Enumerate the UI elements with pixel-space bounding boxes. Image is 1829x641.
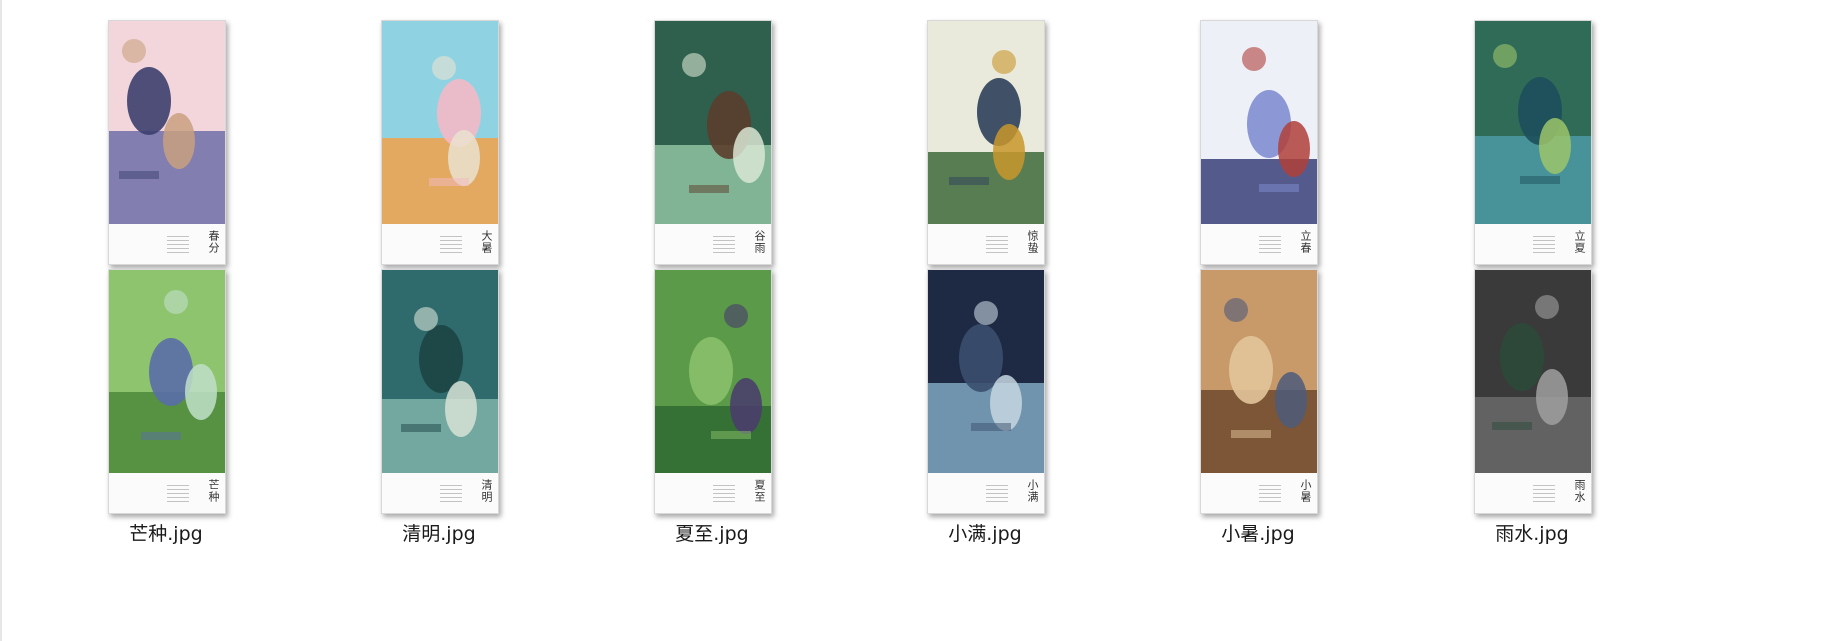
file-name-label[interactable]: 清明.jpg [339, 519, 539, 546]
file-name-label[interactable]: 芒种.jpg [66, 519, 266, 546]
image-thumbnail[interactable]: 惊蛰 [927, 20, 1045, 265]
thumbnail-caption-strip: 小暑 [1201, 473, 1317, 513]
thumbnail-seal-text: 立夏 [1573, 230, 1586, 254]
file-name-label[interactable]: 小满.jpg [885, 519, 1085, 546]
thumbnail-caption-strip: 大暑 [382, 224, 498, 264]
thumbnail-fine-print [986, 236, 1008, 254]
thumbnail-caption-strip: 雨水 [1475, 473, 1591, 513]
thumbnail-fine-print [440, 236, 462, 254]
thumbnail-fine-print [1533, 236, 1555, 254]
thumbnail-seal-text: 小暑 [1299, 479, 1312, 503]
thumbnail-fine-print [986, 485, 1008, 503]
file-item[interactable]: 夏至 夏至.jpg [612, 269, 812, 554]
thumbnail-fine-print [440, 485, 462, 503]
file-name-label[interactable]: 夏至.jpg [612, 519, 812, 546]
thumbnail-fine-print [713, 236, 735, 254]
thumbnail-artwork [1201, 270, 1317, 473]
file-item[interactable]: 小满 小满.jpg [885, 269, 1085, 554]
image-thumbnail[interactable]: 小满 [927, 269, 1045, 514]
thumbnail-fine-print [167, 485, 189, 503]
thumbnail-fine-print [1259, 485, 1281, 503]
thumbnail-seal-text: 芒种 [207, 479, 220, 503]
file-item[interactable]: 惊蛰 惊蛰.jpg [885, 20, 1085, 305]
thumbnail-caption-strip: 惊蛰 [928, 224, 1044, 264]
image-thumbnail[interactable]: 夏至 [654, 269, 772, 514]
thumbnail-fine-print [713, 485, 735, 503]
file-item[interactable]: 春分 春分.jpg [66, 20, 266, 305]
thumbnail-artwork [109, 270, 225, 473]
thumbnail-seal-text: 惊蛰 [1026, 230, 1039, 254]
image-thumbnail[interactable]: 立春 [1200, 20, 1318, 265]
file-name-label[interactable]: 小暑.jpg [1158, 519, 1358, 546]
thumbnail-seal-text: 春分 [207, 230, 220, 254]
pane-border [0, 0, 2, 641]
image-thumbnail[interactable]: 小暑 [1200, 269, 1318, 514]
thumbnail-caption-strip: 立夏 [1475, 224, 1591, 264]
thumbnail-caption-strip: 春分 [109, 224, 225, 264]
image-thumbnail[interactable]: 立夏 [1474, 20, 1592, 265]
file-item[interactable]: 立夏 立夏.jpg [1432, 20, 1632, 305]
thumbnail-seal-text: 立春 [1299, 230, 1312, 254]
file-item[interactable]: 雨水 雨水.jpg [1432, 269, 1632, 554]
thumbnail-caption-strip: 清明 [382, 473, 498, 513]
file-item[interactable]: 大暑 大暑.jpg [339, 20, 539, 305]
thumbnail-artwork [928, 21, 1044, 224]
thumbnail-caption-strip: 谷雨 [655, 224, 771, 264]
thumbnail-fine-print [1533, 485, 1555, 503]
thumbnail-caption-strip: 芒种 [109, 473, 225, 513]
image-thumbnail[interactable]: 雨水 [1474, 269, 1592, 514]
thumbnail-artwork [655, 270, 771, 473]
thumbnail-seal-text: 谷雨 [753, 230, 766, 254]
image-thumbnail[interactable]: 清明 [381, 269, 499, 514]
file-item[interactable]: 小暑 小暑.jpg [1158, 269, 1358, 554]
file-item[interactable]: 清明 清明.jpg [339, 269, 539, 554]
thumbnail-caption-strip: 立春 [1201, 224, 1317, 264]
thumbnail-fine-print [167, 236, 189, 254]
thumbnail-artwork [1475, 21, 1591, 224]
image-thumbnail[interactable]: 谷雨 [654, 20, 772, 265]
file-item[interactable]: 立春 立春.jpg [1158, 20, 1358, 305]
thumbnail-artwork [928, 270, 1044, 473]
thumbnail-seal-text: 大暑 [480, 230, 493, 254]
thumbnail-fine-print [1259, 236, 1281, 254]
image-thumbnail[interactable]: 春分 [108, 20, 226, 265]
thumbnail-caption-strip: 夏至 [655, 473, 771, 513]
thumbnail-artwork [1201, 21, 1317, 224]
thumbnail-artwork [382, 270, 498, 473]
file-name-label[interactable]: 雨水.jpg [1432, 519, 1632, 546]
image-thumbnail[interactable]: 大暑 [381, 20, 499, 265]
file-explorer-icon-view: 春分 春分.jpg 大暑 大暑.jpg 谷雨 谷雨.jpg [0, 0, 1829, 641]
thumbnail-seal-text: 小满 [1026, 479, 1039, 503]
thumbnail-artwork [655, 21, 771, 224]
thumbnail-artwork [1475, 270, 1591, 473]
image-thumbnail[interactable]: 芒种 [108, 269, 226, 514]
thumbnail-artwork [109, 21, 225, 224]
file-item[interactable]: 芒种 芒种.jpg [66, 269, 266, 554]
thumbnail-seal-text: 清明 [480, 479, 493, 503]
thumbnail-seal-text: 雨水 [1573, 479, 1586, 503]
file-item[interactable]: 谷雨 谷雨.jpg [612, 20, 812, 305]
thumbnail-artwork [382, 21, 498, 224]
thumbnail-caption-strip: 小满 [928, 473, 1044, 513]
thumbnail-seal-text: 夏至 [753, 479, 766, 503]
